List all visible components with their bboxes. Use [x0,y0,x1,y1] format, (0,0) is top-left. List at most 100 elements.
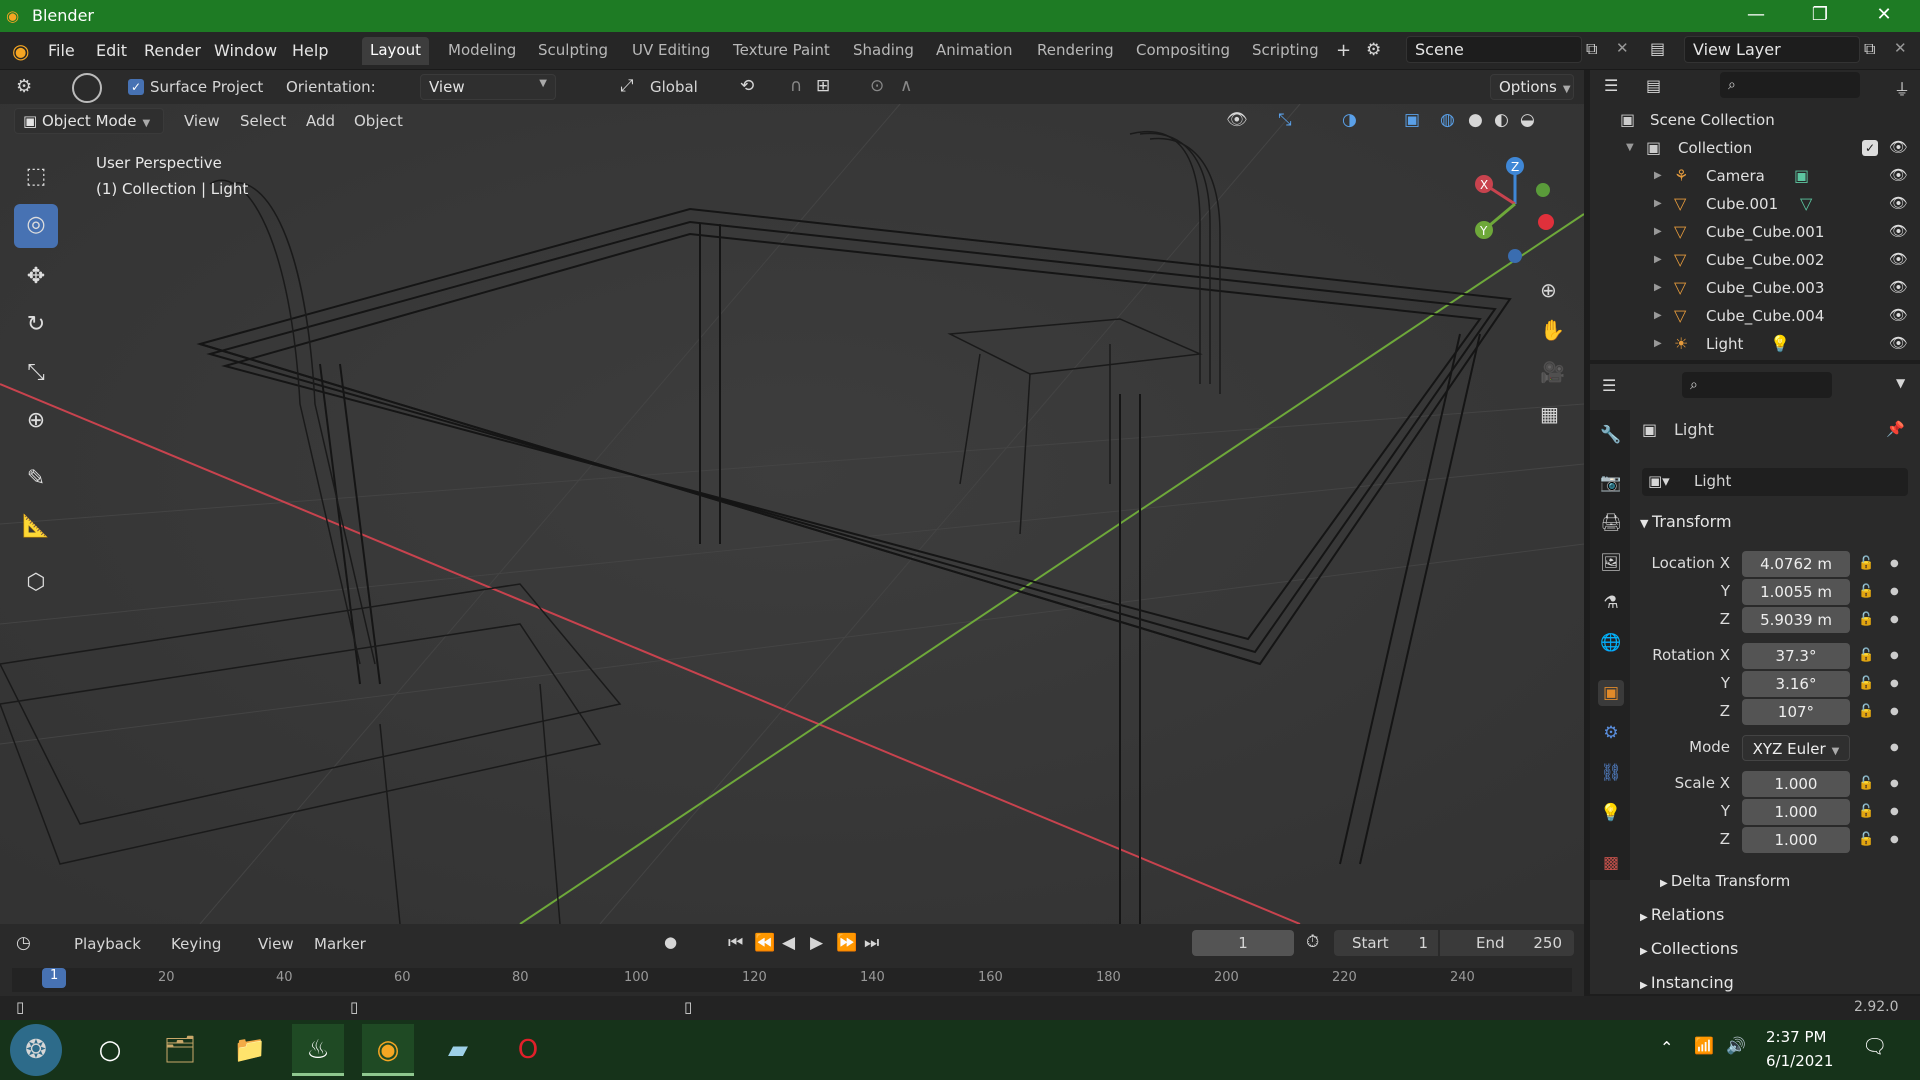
menu-edit[interactable]: Edit [96,41,127,60]
jump-end-icon[interactable]: ⏭ [864,933,879,953]
cursor-tool-button[interactable]: ◎ [14,204,58,248]
lock-icon[interactable]: 🔓 [1858,704,1874,719]
jump-start-icon[interactable]: ⏮ [728,933,743,953]
render-tab-icon[interactable]: 📷 [1598,470,1624,496]
minimize-button[interactable]: — [1726,0,1786,32]
snap-target-icon[interactable]: ⊞ [816,76,830,96]
collection-exclude-checkbox[interactable]: ✓ [1862,140,1878,156]
timeline-menu-view[interactable]: View [258,935,294,953]
wireframe-shading-icon[interactable]: ◍ [1440,110,1455,130]
ortho-grid-icon[interactable]: ▦ [1540,402,1559,426]
eye-icon[interactable]: 👁 [1889,138,1908,156]
texture-tab-icon[interactable]: ▩ [1598,850,1624,876]
keyframe-dot-icon[interactable]: ● [1890,558,1899,569]
3d-viewport[interactable]: User Perspective (1) Collection | Light … [0,104,1584,924]
outliner-item-cube-cube004[interactable]: ▶ ▽ Cube_Cube.004 👁 [1590,302,1920,330]
modifiers-tab-icon[interactable]: ⚙ [1598,720,1624,746]
jump-prev-keyframe-icon[interactable]: ⏪ [754,933,775,953]
rotate-icon[interactable]: ↻ [14,304,58,348]
file-explorer-icon[interactable]: 📁 [224,1024,276,1076]
taskbar-date[interactable]: 6/1/2021 [1766,1052,1833,1070]
keyframe-dot-icon[interactable]: ● [1890,834,1899,845]
material-shading-icon[interactable]: ◐ [1494,110,1509,130]
play-reverse-icon[interactable]: ◀ [782,933,795,953]
tab-modeling[interactable]: Modeling [440,37,524,65]
new-scene-icon[interactable]: ⧉ [1586,39,1597,59]
tab-sculpting[interactable]: Sculpting [530,37,616,65]
pan-hand-icon[interactable]: ✋ [1540,318,1565,342]
outliner-item-cube-cube003[interactable]: ▶ ▽ Cube_Cube.003 👁 [1590,274,1920,302]
gizmo-toggle-icon[interactable]: ⤡ [1278,110,1292,130]
view-layer-field[interactable]: View Layer [1684,36,1860,63]
falloff-icon[interactable]: ∧ [900,76,912,96]
navigation-gizmo[interactable]: Z X Y [1460,154,1580,264]
keyframe-dot-icon[interactable]: ● [1890,650,1899,661]
rotation-z-field[interactable]: 107° [1742,699,1850,725]
volume-icon[interactable]: 🔊 [1726,1036,1746,1055]
outliner-item-camera[interactable]: ▶ ⚘ Camera ▣ 👁 [1590,162,1920,190]
stopwatch-icon[interactable]: ⏱ [1306,932,1319,952]
delete-view-layer-icon[interactable]: ✕ [1894,39,1907,57]
tab-shading[interactable]: Shading [845,37,922,65]
expand-triangle-icon[interactable]: ▶ [1654,282,1662,293]
solid-shading-icon[interactable]: ● [1468,110,1483,130]
opera-icon[interactable]: O [502,1024,554,1076]
outliner-collection[interactable]: ▼ ▣ Collection ✓ 👁 [1590,134,1920,162]
instancing-section[interactable]: ▶ Instancing [1640,973,1734,992]
keyframe-dot-icon[interactable]: ● [1890,806,1899,817]
menu-file[interactable]: File [48,41,75,60]
mode-dropdown[interactable]: ▣ Object Mode ▼ [14,108,164,134]
select-box-icon[interactable]: ⬚ [14,156,58,200]
scale-z-field[interactable]: 1.000 [1742,827,1850,853]
chevron-down-icon[interactable]: ▼ [1896,376,1905,390]
menu-help[interactable]: Help [292,41,328,60]
scene-tab-icon[interactable]: ⚗ [1598,590,1624,616]
viewport-menu-add[interactable]: Add [306,112,335,130]
maximize-button[interactable]: ❐ [1790,0,1850,32]
blender-taskbar-icon[interactable]: ◉ [362,1024,414,1076]
auto-keying-icon[interactable]: ● [664,933,677,951]
measure-icon[interactable]: 📐 [14,506,58,550]
lock-icon[interactable]: 🔓 [1858,804,1874,819]
current-frame-field[interactable]: 1 [1192,930,1294,956]
rendered-shading-icon[interactable]: ◒ [1520,110,1535,130]
transform-orientation-value[interactable]: Global [650,78,698,96]
jump-next-keyframe-icon[interactable]: ⏩ [836,933,857,953]
tab-layout[interactable]: Layout [362,37,429,65]
overlay-toggle-icon[interactable]: ◑ [1342,110,1357,130]
constraints-tab-icon[interactable]: ⛓ [1598,760,1624,786]
annotate-icon[interactable]: ✎ [14,458,58,502]
app-stack-icon[interactable]: 🗂 [154,1024,206,1076]
menu-render[interactable]: Render [144,41,201,60]
timeline-menu-keying[interactable]: Keying [171,935,221,953]
keyframe-dot-icon[interactable]: ● [1890,678,1899,689]
gizmo-neg-x[interactable] [1538,214,1554,230]
timeline-editor-icon[interactable]: ◷ [16,933,31,953]
outliner-item-cube-cube002[interactable]: ▶ ▽ Cube_Cube.002 👁 [1590,246,1920,274]
location-y-field[interactable]: 1.0055 m [1742,579,1850,605]
viewport-menu-view[interactable]: View [184,112,220,130]
tab-rendering[interactable]: Rendering [1029,37,1122,65]
pivot-point-icon[interactable]: ⟲ [740,76,754,96]
tab-scripting[interactable]: Scripting [1244,37,1327,65]
tool-tab-icon[interactable]: 🔧 [1598,422,1624,448]
xray-toggle-icon[interactable]: ▣ [1404,110,1420,130]
blender-menu-icon[interactable]: ◉ [12,39,29,63]
snap-icon[interactable]: ∩ [790,76,802,96]
lock-icon[interactable]: 🔓 [1858,776,1874,791]
playhead-marker[interactable]: 1 [42,968,67,988]
expand-triangle-icon[interactable]: ▼ [1626,142,1634,153]
eye-icon[interactable]: 👁 [1889,222,1908,240]
outliner-item-cube-cube001[interactable]: ▶ ▽ Cube_Cube.001 👁 [1590,218,1920,246]
expand-triangle-icon[interactable]: ▶ [1654,226,1662,237]
new-view-layer-icon[interactable]: ⧉ [1864,39,1875,59]
lock-icon[interactable]: 🔓 [1858,832,1874,847]
taskbar-time[interactable]: 2:37 PM [1766,1028,1826,1046]
eye-icon[interactable]: 👁 [1889,166,1908,184]
outliner-editor-icon[interactable]: ☰ [1604,76,1618,95]
lock-icon[interactable]: 🔓 [1858,676,1874,691]
tablet-app-icon[interactable]: ▰ [432,1024,484,1076]
keyframe-dot-icon[interactable]: ● [1890,586,1899,597]
outliner-item-cube001[interactable]: ▶ ▽ Cube.001 ▽ 👁 [1590,190,1920,218]
outliner-search-input[interactable]: ⌕ [1720,72,1860,98]
